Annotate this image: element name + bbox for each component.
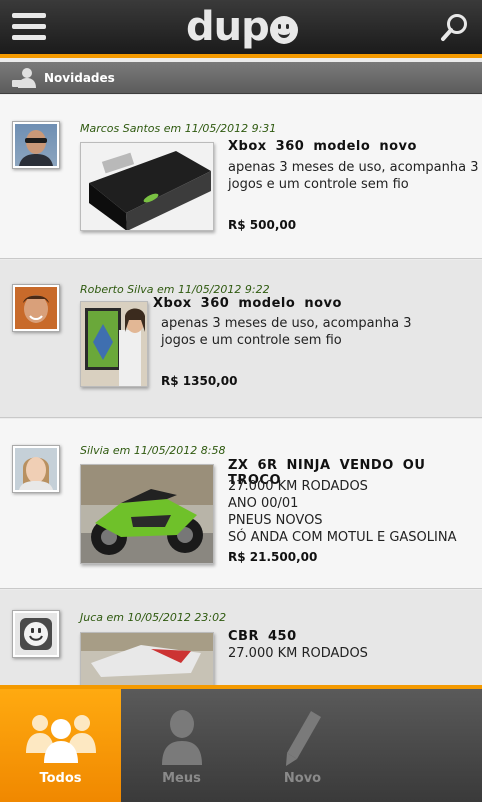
post-price: R$ 1350,00 <box>161 374 238 388</box>
bottom-tab-bar: Todos Meus Novo <box>0 685 482 802</box>
post-description: 27.000 KM RODADOS ANO 00/01 PNEUS NOVOS … <box>228 478 456 546</box>
logo-smiley-icon <box>269 16 298 44</box>
single-user-icon <box>161 710 202 765</box>
tab-label: Novo <box>283 771 322 786</box>
top-bar: dup <box>0 0 482 58</box>
post-meta: Silvia em 11/05/2012 8:58 <box>80 444 226 457</box>
description-line: PNEUS NOVOS <box>228 513 323 528</box>
tab-label: Meus <box>162 771 201 786</box>
description-line: ANO 00/01 <box>228 496 299 511</box>
tab-meus[interactable]: Meus <box>121 689 242 802</box>
avatar[interactable] <box>12 445 60 493</box>
post-price: R$ 500,00 <box>228 218 297 232</box>
post-title: CBR 450 <box>228 629 297 644</box>
feed-post[interactable]: Marcos Santos em 11/05/2012 9:31 Xbox 36… <box>0 95 482 259</box>
search-icon[interactable] <box>440 12 470 42</box>
tab-novo[interactable]: Novo <box>242 689 363 802</box>
post-description: apenas 3 meses de uso, acompanha 3 jogos… <box>228 159 478 193</box>
post-title: Xbox 360 modelo novo <box>153 296 342 311</box>
description-line: SÓ ANDA COM MOTUL E GASOLINA <box>228 530 457 545</box>
menu-icon[interactable] <box>12 13 46 43</box>
user-news-icon <box>12 67 36 88</box>
avatar[interactable] <box>12 284 60 332</box>
feed-post[interactable]: Roberto Silva em 11/05/2012 9:22 Xbox 36… <box>0 260 482 418</box>
post-image[interactable] <box>80 464 214 564</box>
description-line: apenas 3 meses de uso, acompanha 3 <box>228 160 479 175</box>
post-meta: Roberto Silva em 11/05/2012 9:22 <box>80 283 270 296</box>
tab-todos[interactable]: Todos <box>0 689 121 802</box>
post-image[interactable] <box>80 301 148 387</box>
post-description: apenas 3 meses de uso, acompanha 3 jogos… <box>161 315 411 349</box>
description-line: 27.000 KM RODADOS <box>228 479 368 494</box>
post-image[interactable] <box>80 632 214 685</box>
section-header: Novidades <box>0 62 482 94</box>
group-users-icon <box>25 715 96 763</box>
logo-text: dup <box>186 4 270 50</box>
description-line: 27.000 KM RODADOS <box>228 646 368 661</box>
description-line: apenas 3 meses de uso, acompanha 3 <box>161 316 412 331</box>
post-price: R$ 21.500,00 <box>228 550 318 564</box>
post-title: Xbox 360 modelo novo <box>228 139 417 154</box>
post-meta: Juca em 10/05/2012 23:02 <box>80 611 227 624</box>
avatar[interactable] <box>12 610 60 658</box>
post-description: 27.000 KM RODADOS <box>228 645 368 662</box>
post-meta: Marcos Santos em 11/05/2012 9:31 <box>80 122 277 135</box>
feed-post[interactable]: Juca em 10/05/2012 23:02 CBR 450 27.000 … <box>0 590 482 685</box>
default-avatar-smiley-icon <box>20 618 52 650</box>
description-line: jogos e um controle sem fio <box>228 177 409 192</box>
feed-list[interactable]: Marcos Santos em 11/05/2012 9:31 Xbox 36… <box>0 95 482 685</box>
post-image[interactable] <box>80 142 214 231</box>
feed-post[interactable]: Silvia em 11/05/2012 8:58 ZX 6R NINJA VE… <box>0 419 482 589</box>
app-logo: dup <box>186 2 298 52</box>
pencil-icon <box>285 711 321 766</box>
avatar[interactable] <box>12 121 60 169</box>
section-title: Novidades <box>44 70 115 85</box>
tab-label: Todos <box>39 771 82 786</box>
description-line: jogos e um controle sem fio <box>161 333 342 348</box>
